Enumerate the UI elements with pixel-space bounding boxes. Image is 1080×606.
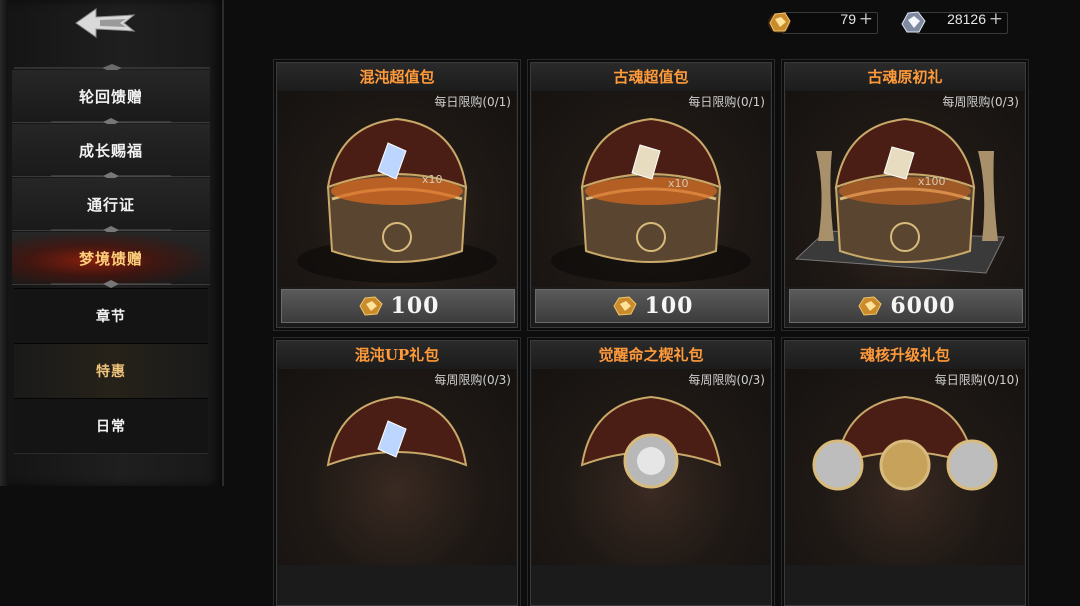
crystal-icon [901, 11, 926, 33]
treasure-chest-icon [551, 117, 751, 283]
pack-image: x100 [786, 91, 1024, 287]
nav-subitem-label: 日常 [96, 419, 126, 435]
pack-image: x10 [532, 91, 770, 287]
pack-price: 6000 [890, 293, 956, 319]
back-arrow-icon [75, 8, 136, 38]
gold-amount: 79 [840, 11, 856, 27]
purchase-limit: 每周限购(0/3) [942, 95, 1019, 109]
treasure-chest-icon [580, 395, 722, 489]
pack-title: 古魂原初礼 [785, 63, 1025, 92]
nav-item-battle-pass[interactable]: 通行证 [12, 178, 210, 234]
pack-image [786, 369, 1024, 565]
pack-title: 混沌超值包 [277, 63, 517, 92]
nav-item-label: 轮回馈赠 [78, 87, 143, 106]
nav-subitem-daily[interactable]: 日常 [14, 398, 208, 454]
nav-item-dream-gift[interactable]: 梦境馈赠 [12, 232, 210, 288]
item-quantity: x100 [918, 175, 946, 188]
pack-title: 古魂超值包 [531, 63, 771, 92]
item-quantity: x10 [668, 177, 689, 190]
nav-item-label: 成长赐福 [78, 141, 143, 160]
nav-item-label: 通行证 [86, 195, 135, 214]
divider-ornament [51, 280, 171, 288]
pack-image [532, 369, 770, 565]
nav-subitem-label: 特惠 [96, 364, 126, 380]
gold-ore-icon [768, 12, 791, 33]
pack-image [278, 369, 516, 565]
pack-price: 100 [644, 293, 694, 319]
purchase-limit: 每日限购(0/10) [934, 373, 1019, 387]
pack-card[interactable]: 混沌UP礼包 每周限购(0/3) [276, 340, 518, 606]
pack-title: 魂核升级礼包 [785, 341, 1025, 370]
nav-subitem-label: 章节 [96, 309, 126, 325]
crystal-currency: 28126 + [898, 9, 1008, 35]
price-button[interactable]: 100 [535, 289, 769, 323]
pack-price: 100 [390, 293, 440, 319]
nav-item-growth-blessing[interactable]: 成长赐福 [12, 124, 210, 180]
purchase-limit: 每周限购(0/3) [688, 373, 765, 387]
pack-card[interactable]: 魂核升级礼包 每日限购(0/10) [784, 340, 1026, 606]
gold-ore-icon [358, 296, 383, 316]
purchase-limit: 每周限购(0/3) [434, 373, 511, 387]
add-crystal-button[interactable]: + [989, 9, 1003, 29]
gold-currency: 79 + [764, 9, 878, 35]
nav-subitem-chapter[interactable]: 章节 [14, 288, 208, 344]
treasure-chest-icon [812, 395, 998, 491]
pack-image: x10 [278, 91, 516, 287]
treasure-chest-icon [794, 117, 1005, 274]
nav-item-rebirth-gift[interactable]: 轮回馈赠 [12, 70, 210, 126]
back-button[interactable] [74, 6, 138, 40]
pack-card[interactable]: 混沌超值包 x10 每日限购(0/1) 100 [276, 62, 518, 328]
add-gold-button[interactable]: + [859, 9, 873, 29]
pack-card[interactable]: 觉醒命之楔礼包 每周限购(0/3) [530, 340, 772, 606]
crystal-amount: 28126 [947, 11, 986, 27]
price-button[interactable]: 6000 [789, 289, 1023, 323]
treasure-chest-icon [326, 395, 468, 467]
nav-item-label: 梦境馈赠 [78, 249, 143, 268]
treasure-chest-icon [297, 117, 497, 283]
gold-ore-icon [858, 296, 882, 316]
purchase-limit: 每日限购(0/1) [434, 95, 511, 109]
purchase-limit: 每日限购(0/1) [688, 95, 765, 109]
nav-subitem-special-offer[interactable]: 特惠 [14, 343, 208, 399]
pack-card[interactable]: 古魂原初礼 x100 每周限购(0/3) 6000 [784, 62, 1026, 328]
pack-title: 混沌UP礼包 [277, 341, 517, 370]
item-quantity: x10 [422, 173, 443, 186]
price-button[interactable]: 100 [281, 289, 515, 323]
gold-ore-icon [612, 296, 637, 316]
pack-title: 觉醒命之楔礼包 [531, 341, 771, 370]
sidebar: 轮回馈赠 成长赐福 通行证 梦境馈赠 章节 特惠 日常 [0, 0, 224, 486]
pack-card[interactable]: 古魂超值包 x10 每日限购(0/1) 100 [530, 62, 772, 328]
